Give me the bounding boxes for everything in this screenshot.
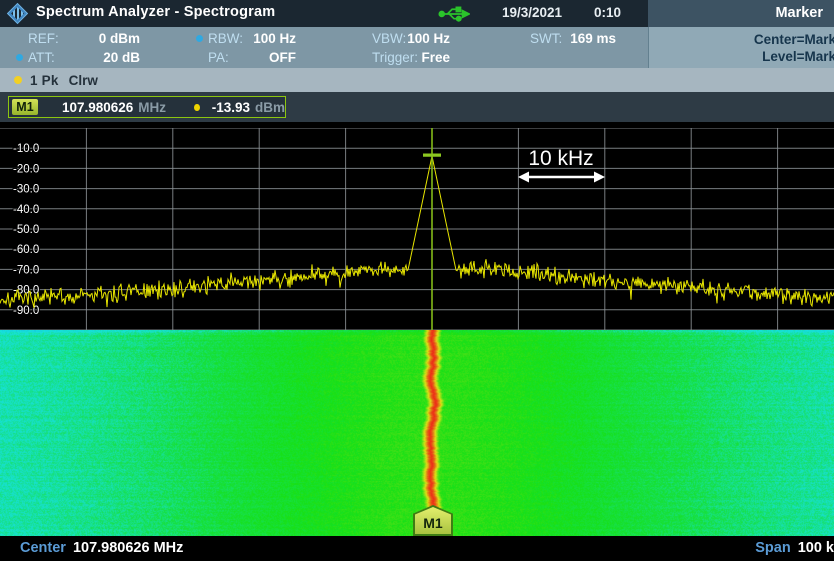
arrow-left-head-icon [518,172,529,183]
status-date: 19/3/2021 [502,5,562,20]
modified-dot-icon [16,54,23,61]
svg-text:-60.0: -60.0 [13,244,39,256]
marker-name-chip: M1 [12,99,38,115]
spectrogram-canvas[interactable] [0,330,834,536]
rohde-schwarz-logo-icon [7,3,28,24]
setting-vbw[interactable]: VBW: 100 Hz [372,29,450,48]
setting-ref[interactable]: REF: 0 dBm [28,29,140,48]
softkey-level-equals-marker[interactable]: Level=Mark [649,48,834,65]
usb-icon [438,4,470,23]
footer-bar: Center107.980626 MHz Span100 k [0,536,834,561]
svg-text:-90.0: -90.0 [13,305,39,317]
setting-rbw[interactable]: RBW: 100 Hz [208,29,296,48]
span-annotation: 10 kHz [518,147,605,183]
trace-active-dot-icon [14,76,22,84]
svg-text:-10.0: -10.0 [13,143,39,155]
setting-att[interactable]: ATT: 20 dB [28,48,140,67]
status-time: 0:10 [594,5,621,20]
span-field[interactable]: Span100 k [755,540,834,556]
span-annotation-label: 10 kHz [528,147,593,170]
softkey-panel-header: Marker [648,0,834,27]
spectrum-trace [0,156,834,308]
instrument-screen: Spectrum Analyzer - Spectrogram 19/3/202… [0,0,834,561]
svg-text:-20.0: -20.0 [13,163,39,175]
softkey-panel: Center=Mark Level=Mark [648,27,834,68]
trace-info-bar[interactable]: 1 Pk Clrw [0,68,834,92]
svg-text:-30.0: -30.0 [13,184,39,196]
svg-text:-50.0: -50.0 [13,224,39,236]
title-bar: Spectrum Analyzer - Spectrogram 19/3/202… [0,0,648,27]
marker-level: -13.93 [212,100,250,115]
marker-level-unit: dBm [255,100,285,115]
softkey-center-equals-marker[interactable]: Center=Mark [649,31,834,48]
marker-readout-strip: M1 107.980626 MHz -13.93 dBm [0,92,834,122]
app-title: Spectrum Analyzer - Spectrogram [36,4,275,20]
trace-number: 1 Pk [30,73,59,88]
spectrogram-marker-label: M1 [415,507,451,534]
marker-readout-box[interactable]: M1 107.980626 MHz -13.93 dBm [8,96,286,118]
spectrum-plot[interactable]: -10.0-20.0-30.0-40.0-50.0-60.0-70.0-80.0… [0,122,834,330]
marker-separator-dot-icon [194,104,200,111]
spectrogram[interactable]: M1 [0,330,834,536]
svg-text:-40.0: -40.0 [13,204,39,216]
svg-text:-70.0: -70.0 [13,264,39,276]
center-frequency-field[interactable]: Center107.980626 MHz [20,540,183,556]
modified-dot-icon [196,35,203,42]
setting-trigger[interactable]: Trigger: Free [372,48,450,67]
setting-pa[interactable]: PA: OFF [208,48,296,67]
settings-bar: REF: 0 dBm ATT: 20 dB RBW: 100 Hz PA: OF… [0,27,648,68]
marker-frequency: 107.980626 [62,100,133,115]
arrow-right-head-icon [594,172,605,183]
setting-swt[interactable]: SWT: 169 ms [530,29,616,48]
trace-mode: Clrw [69,73,98,88]
marker-frequency-unit: MHz [138,100,166,115]
